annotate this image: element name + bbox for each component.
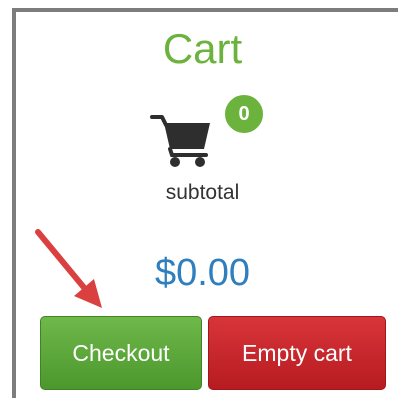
arrow-icon [35, 229, 102, 308]
empty-cart-button[interactable]: Empty cart [208, 316, 386, 390]
checkout-button[interactable]: Checkout [40, 316, 202, 390]
cart-count-badge: 0 [222, 92, 266, 136]
empty-cart-button-label: Empty cart [242, 339, 352, 366]
subtotal-label: subtotal [165, 181, 240, 204]
shopping-cart-icon [150, 115, 210, 167]
checkout-button-label: Checkout [72, 339, 170, 366]
cart-title: Cart [162, 25, 243, 72]
